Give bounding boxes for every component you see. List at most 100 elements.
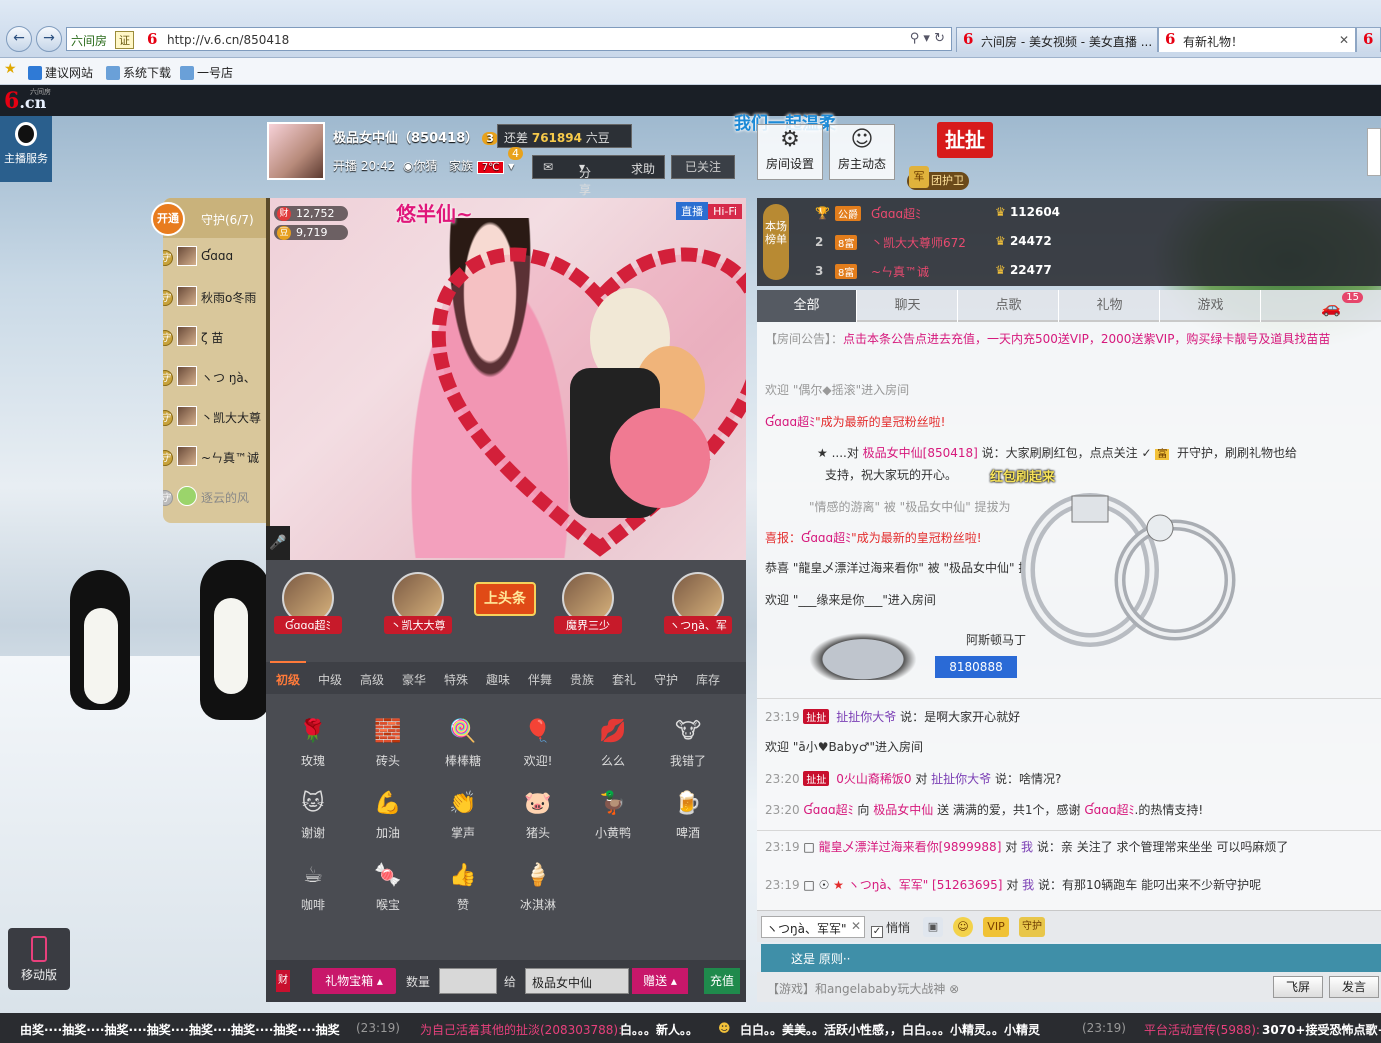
guard-emoji-icon[interactable]: 守护 <box>1019 917 1045 937</box>
recharge-button[interactable]: 充值 <box>704 968 740 994</box>
gift-item[interactable]: 🍭 棒棒糖 <box>433 714 493 769</box>
bookmark-3[interactable]: 一号店 <box>180 64 233 81</box>
guard-item[interactable]: 守逐云的风 <box>163 486 266 512</box>
share-button[interactable]: 分享 ▾ <box>579 160 591 197</box>
gift-item[interactable]: 🧱 砖头 <box>358 714 418 769</box>
gift-item[interactable]: 👏 掌声 <box>433 786 493 841</box>
room-notice[interactable]: 【房间公告】：点击本条公告点进去充值，一天内充500送VIP，2000送紫VIP… <box>765 330 1365 347</box>
tab-songs[interactable]: 点歌 <box>959 290 1059 322</box>
microphone-icon[interactable]: 🎤 <box>266 526 290 560</box>
forward-button[interactable]: → <box>36 26 62 52</box>
fly-screen-button[interactable]: 飞屏 <box>1273 976 1323 998</box>
top-fan[interactable]: 魔界三少 <box>554 572 622 634</box>
guard-item[interactable]: 守丶凯大大尊 <box>163 406 266 432</box>
gift-item[interactable]: 🍬 喉宝 <box>358 858 418 913</box>
side-collapse-button[interactable] <box>1367 128 1381 176</box>
guard-item[interactable]: 守~ㄣ真™诚 <box>163 446 266 472</box>
guard-item[interactable]: 守Ɠɑɑɑ <box>163 246 266 272</box>
help-button[interactable]: 求助 <box>631 160 655 177</box>
car-icon[interactable]: 🚗 <box>1321 298 1341 317</box>
favorites-star-icon[interactable]: ★ <box>4 61 17 77</box>
live-video[interactable]: 悠半仙~ 财 12,752 豆 9,719 直播 Hi-Fi <box>266 198 746 560</box>
browser-tab-2[interactable]: 6 有新礼物！ ✕ <box>1158 27 1356 52</box>
gift-item[interactable]: 🍺 啤酒 <box>658 786 718 841</box>
gift-tab[interactable]: 库存 <box>696 671 720 688</box>
anchor-avatar[interactable] <box>267 122 325 180</box>
bookmark-2[interactable]: 系统下载 <box>106 64 171 81</box>
open-guard-button[interactable]: 开通 <box>151 202 185 236</box>
send-message-button[interactable]: 发言 <box>1329 976 1379 998</box>
guard-item[interactable]: 守ζ 苗 <box>163 326 266 352</box>
guard-team-badge[interactable]: 军团护卫 <box>907 166 969 190</box>
gift-tab[interactable]: 初级 <box>269 661 307 688</box>
gift-item[interactable]: 🌹 玫瑰 <box>283 714 343 769</box>
guard-item[interactable]: 守ヽつ ŋà、 <box>163 366 266 392</box>
mail-icon[interactable]: ✉ <box>543 160 553 174</box>
tab-all[interactable]: 全部 <box>757 290 857 322</box>
gift-tab[interactable]: 中级 <box>318 671 342 688</box>
back-button[interactable]: ← <box>6 26 32 52</box>
gift-item[interactable]: 🎈 欢迎! <box>508 714 568 769</box>
gift-tab[interactable]: 贵族 <box>570 671 594 688</box>
live-tag[interactable]: 直播 <box>676 202 709 220</box>
host-updates-button[interactable]: ☺ 房主动态 <box>829 124 895 180</box>
send-gift-button[interactable]: 赠送 ▴ <box>632 968 688 994</box>
family-tag[interactable]: 7℃ <box>476 161 505 174</box>
gift-item[interactable]: 🐮 我错了 <box>658 714 718 769</box>
whisper-checkbox[interactable]: ✓ 悄悄 <box>871 919 910 938</box>
emoji-icon[interactable]: ☺ <box>953 917 973 937</box>
room-settings-button[interactable]: ⚙ 房间设置 <box>757 124 823 180</box>
ranking-row[interactable]: 2 8富 丶凯大大尊师672 24472 <box>807 230 1367 256</box>
browser-tab-3[interactable]: 6 <box>1356 27 1381 52</box>
family-dropdown-icon[interactable]: ▾ <box>508 159 514 173</box>
hifi-tag[interactable]: Hi-Fi <box>708 204 742 219</box>
address-url[interactable]: http://v.6.cn/850418 <box>167 33 289 47</box>
search-refresh-icon[interactable]: ⚲ ▾ ↻ <box>910 31 945 46</box>
browser-tab-1[interactable]: 6 六间房 - 美女视频 - 美女直播 ... <box>956 27 1158 52</box>
chat-target-field[interactable]: ヽつŋà、军军" <box>761 916 865 938</box>
address-bar[interactable]: 六间房 证 6 http://v.6.cn/850418 ⚲ ▾ ↻ <box>66 27 952 51</box>
game-ad-link[interactable]: 【游戏】和angelababy玩大战神 ⊗ <box>767 980 959 997</box>
gift-tab[interactable]: 豪华 <box>402 671 426 688</box>
gift-item[interactable]: 💋 么么 <box>583 714 643 769</box>
tab-games[interactable]: 游戏 <box>1161 290 1261 322</box>
fortune-icon[interactable]: 财 <box>276 970 290 992</box>
gift-item[interactable]: 👍 赞 <box>433 858 493 913</box>
tab-gifts[interactable]: 礼物 <box>1060 290 1160 322</box>
gift-tab[interactable]: 伴舞 <box>528 671 552 688</box>
car-number[interactable]: 8180888 <box>935 656 1017 678</box>
bookmark-1[interactable]: 建议网站 <box>28 64 93 81</box>
ranking-row[interactable]: 🏆 公爵 Ɠɑɑɑ超ﾐ 112604 <box>807 201 1367 227</box>
gift-item[interactable]: 🍦 冰淇淋 <box>508 858 568 913</box>
top-fan[interactable]: ヽつŋà、军 <box>664 572 732 634</box>
guard-item[interactable]: 守秋雨o冬雨 <box>163 286 266 312</box>
clear-target-icon[interactable]: ✕ <box>851 919 861 933</box>
mobile-version-button[interactable]: 移动版 <box>8 928 70 990</box>
gift-item[interactable]: 🦆 小黄鸭 <box>583 786 643 841</box>
guard-club-logo[interactable]: 扯扯 <box>937 122 993 158</box>
gift-box-button[interactable]: 礼物宝箱 ▴ <box>312 968 396 994</box>
recipient-select[interactable]: 极品女中仙 <box>525 968 629 994</box>
quantity-input[interactable] <box>439 968 497 994</box>
follow-button[interactable]: 已关注 <box>671 155 735 179</box>
gift-tab[interactable]: 守护 <box>654 671 678 688</box>
gift-item[interactable]: 🐷 猪头 <box>508 786 568 841</box>
gift-item[interactable]: 🐱 谢谢 <box>283 786 343 841</box>
tab-chat[interactable]: 聊天 <box>858 290 958 322</box>
announcement-ticker[interactable]: 由奖····抽奖····抽奖····抽奖····抽奖····抽奖····抽奖··… <box>0 1013 1381 1043</box>
certificate-badge[interactable]: 证 <box>115 31 134 49</box>
ranking-row[interactable]: 3 8富 ~ㄣ真™诚 22477 <box>807 259 1367 285</box>
gift-tab[interactable]: 高级 <box>360 671 384 688</box>
headline-button[interactable]: 上头条 <box>474 582 536 616</box>
top-fan[interactable]: Ɠɑɑɑ超ﾐ <box>274 572 342 634</box>
chat-message-input[interactable]: 这是 原则·· <box>761 944 1381 972</box>
image-icon[interactable]: ▣ <box>923 917 943 937</box>
close-tab-icon[interactable]: ✕ <box>1339 33 1349 47</box>
gift-tab[interactable]: 趣味 <box>486 671 510 688</box>
gift-item[interactable]: ☕ 咖啡 <box>283 858 343 913</box>
anchor-service-button[interactable]: 主播服务 <box>0 116 52 182</box>
vip-emoji-icon[interactable]: VIP <box>983 917 1009 937</box>
top-fan[interactable]: 丶凯大大尊 <box>384 572 452 634</box>
gift-tab[interactable]: 套礼 <box>612 671 636 688</box>
gift-tab[interactable]: 特殊 <box>444 671 468 688</box>
